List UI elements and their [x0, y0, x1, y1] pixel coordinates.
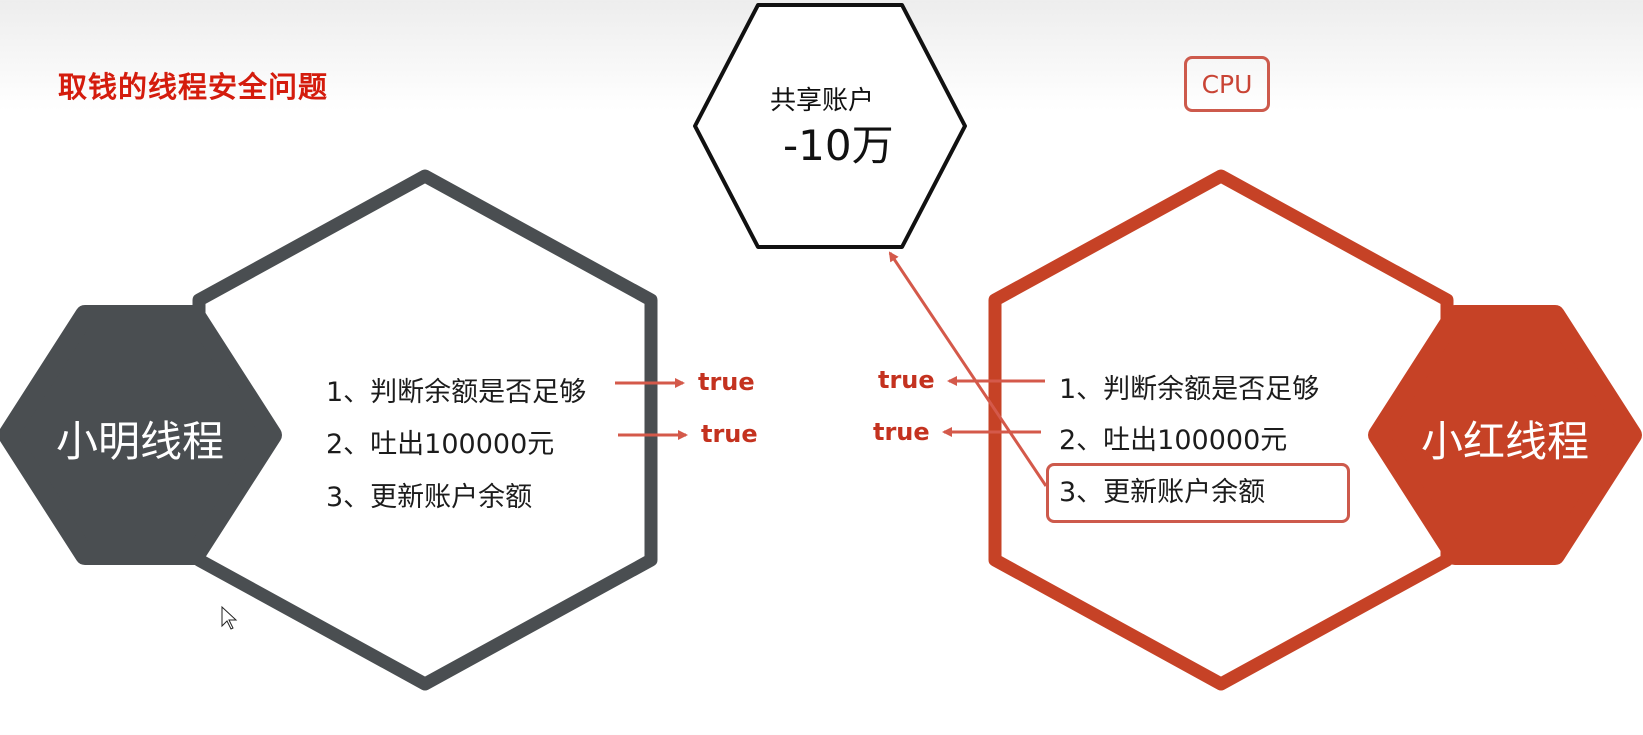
left-step-2: 2、吐出100000元	[326, 429, 555, 460]
cpu-label: CPU	[1201, 69, 1253, 99]
right-thread-name: 小红线程	[1420, 417, 1589, 466]
left-step-1: 1、判断余额是否足够	[326, 377, 587, 408]
shared-account-amount: -10万	[783, 121, 894, 170]
left-step-3: 3、更新账户余额	[326, 482, 533, 513]
slide-title: 取钱的线程安全问题	[58, 70, 329, 104]
right-step-2-result: true	[873, 418, 930, 446]
right-step-3-highlight	[1046, 463, 1350, 523]
right-step-1-result: true	[878, 366, 935, 394]
left-thread-name: 小明线程	[55, 417, 224, 466]
left-step-1-result: true	[698, 368, 755, 396]
right-step-2: 2、吐出100000元	[1059, 425, 1288, 456]
mouse-cursor-icon	[221, 605, 238, 630]
right-step-1: 1、判断余额是否足够	[1059, 374, 1320, 405]
cpu-badge: CPU	[1184, 56, 1270, 112]
left-step-2-result: true	[701, 420, 758, 448]
